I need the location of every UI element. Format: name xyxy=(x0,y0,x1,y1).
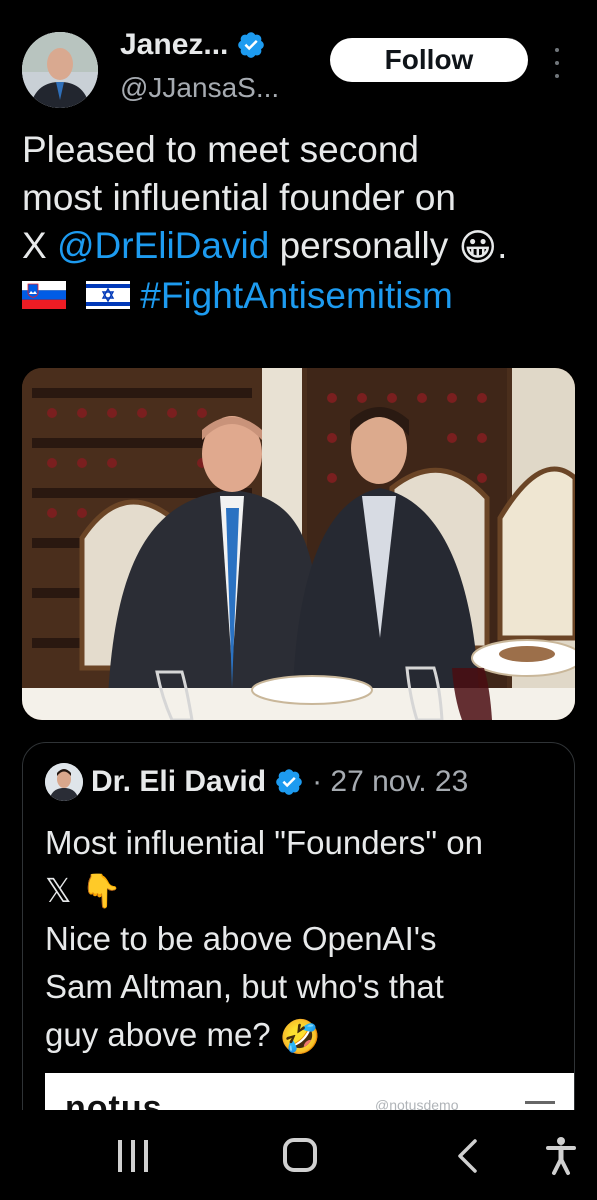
quoted-text: Most influential "Founders" on 𝕏 👇 Nice … xyxy=(45,819,555,1061)
israel-flag-icon xyxy=(86,281,131,310)
quoted-line: Nice to be above OpenAI's xyxy=(45,920,437,957)
quoted-line: 𝕏 👇 xyxy=(45,872,122,909)
tweet-line: most influential founder on xyxy=(22,177,456,218)
verified-badge-icon xyxy=(276,769,302,795)
quoted-line: Sam Altman, but who's that xyxy=(45,968,444,1005)
mention-link[interactable]: @DrEliDavid xyxy=(57,225,269,266)
recents-icon[interactable] xyxy=(118,1140,148,1172)
tweet-header: Janez... @JJansaS... Follow xyxy=(22,28,582,108)
quoted-tweet[interactable]: Dr. Eli David · 27 nov. 23 Most influent… xyxy=(22,742,575,1142)
hashtag-link[interactable]: #FightAntisemitism xyxy=(140,275,453,316)
author-name[interactable]: Janez... xyxy=(120,28,228,62)
grinning-emoji: 😀 xyxy=(458,227,498,269)
quoted-line: guy above me? 🤣 xyxy=(45,1011,555,1061)
quoted-author-name: Dr. Eli David xyxy=(91,765,267,798)
status-bar xyxy=(0,0,597,24)
android-nav-bar xyxy=(0,1110,597,1200)
tweet-text: Pleased to meet second most influential … xyxy=(22,126,582,320)
author-handle[interactable]: @JJansaS... xyxy=(120,72,279,104)
more-vertical-icon[interactable] xyxy=(552,48,562,78)
accessibility-icon[interactable] xyxy=(545,1136,577,1176)
slovenia-flag-icon xyxy=(22,281,66,310)
quoted-line: Most influential "Founders" on xyxy=(45,824,483,861)
back-chevron-icon[interactable] xyxy=(455,1138,479,1174)
menu-icon xyxy=(525,1101,555,1104)
tweet-line: #FightAntisemitism xyxy=(22,272,582,320)
verified-badge-icon xyxy=(238,32,265,58)
home-icon[interactable] xyxy=(283,1138,317,1172)
rofl-emoji: 🤣 xyxy=(279,1018,321,1056)
follow-button[interactable]: Follow xyxy=(330,38,528,82)
tweet-photo[interactable] xyxy=(22,368,575,720)
quoted-avatar[interactable] xyxy=(45,763,83,801)
avatar[interactable] xyxy=(22,32,98,108)
tweet-line: X @DrEliDavid personally 😀. xyxy=(22,222,582,272)
tweet-line: Pleased to meet second xyxy=(22,129,419,170)
quoted-date: · 27 nov. 23 xyxy=(312,765,469,798)
